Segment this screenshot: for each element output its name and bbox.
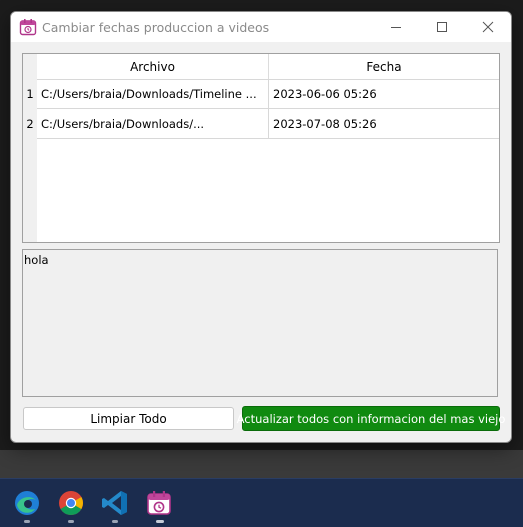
window-title: Cambiar fechas produccion a videos [42, 20, 270, 35]
row-number[interactable]: 1 [23, 79, 37, 108]
update-all-button[interactable]: Actualizar todos con informacion del mas… [237, 406, 505, 431]
column-header-archivo[interactable]: Archivo [37, 54, 268, 80]
taskbar-indicator [112, 520, 118, 523]
calendar-app-icon [19, 19, 37, 36]
minimize-button[interactable] [373, 12, 419, 42]
taskbar-indicator [68, 520, 74, 523]
maximize-icon [437, 22, 447, 32]
app-window: Cambiar fechas produccion a videos Archi… [10, 11, 512, 443]
taskbar-indicator [156, 520, 164, 523]
table-row[interactable]: 1 C:/Users/braia/Downloads/Timeline ... … [23, 79, 499, 108]
files-table[interactable]: Archivo Fecha 1 C:/Users/braia/Downloads… [22, 53, 500, 243]
cell-archivo[interactable]: C:/Users/braia/Downloads/... [37, 109, 269, 138]
calendar-app-icon[interactable] [145, 489, 173, 517]
taskbar-indicator [24, 520, 30, 523]
log-text-area[interactable]: hola [22, 249, 498, 397]
row-separator [37, 138, 499, 139]
column-header-fecha[interactable]: Fecha [269, 54, 499, 80]
clear-all-button[interactable]: Limpiar Todo [23, 407, 234, 430]
cell-fecha[interactable]: 2023-06-06 05:26 [269, 79, 499, 108]
title-bar[interactable]: Cambiar fechas produccion a videos [11, 12, 511, 42]
cell-fecha[interactable]: 2023-07-08 05:26 [269, 109, 499, 138]
cell-archivo[interactable]: C:/Users/braia/Downloads/Timeline ... [37, 79, 269, 108]
table-corner[interactable] [23, 54, 37, 79]
chrome-icon[interactable] [57, 489, 85, 517]
row-number[interactable]: 2 [23, 109, 37, 138]
vscode-icon[interactable] [101, 489, 129, 517]
maximize-button[interactable] [419, 12, 465, 42]
table-row[interactable]: 2 C:/Users/braia/Downloads/... 2023-07-0… [23, 109, 499, 138]
edge-icon[interactable] [13, 489, 41, 517]
close-button[interactable] [465, 12, 511, 42]
minimize-icon [391, 27, 401, 28]
close-icon [482, 21, 494, 33]
taskbar [0, 478, 523, 527]
desktop-band [0, 450, 523, 478]
